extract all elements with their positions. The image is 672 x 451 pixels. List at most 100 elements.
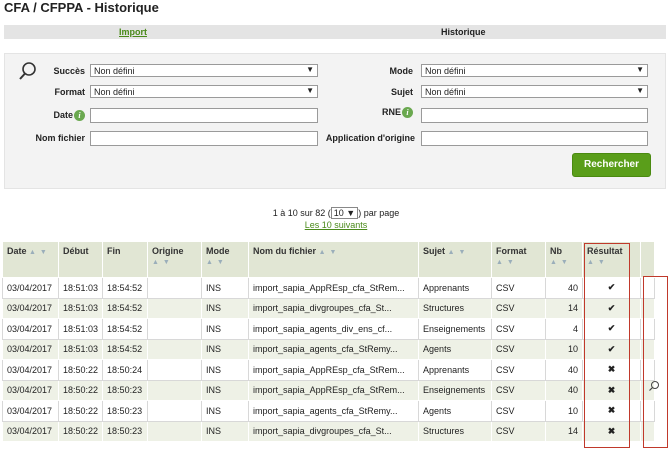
cell-date: 03/04/2017 [2, 277, 59, 299]
cell-fin: 18:50:23 [102, 400, 149, 422]
sort-icon[interactable]: ▲ ▼ [550, 259, 569, 266]
cell-origine [147, 420, 203, 442]
cell-fin: 18:50:24 [102, 359, 149, 381]
cell-nb: 14 [545, 297, 584, 319]
cell-sujet: Enseignements [418, 318, 493, 340]
cell-origine [147, 297, 203, 319]
col-header-actions [640, 241, 656, 278]
cell-mode: INS [201, 400, 250, 422]
cell-format: CSV [491, 400, 547, 422]
sort-icon[interactable]: ▲ ▼ [29, 249, 48, 256]
cell-format: CSV [491, 338, 547, 360]
date-input[interactable] [90, 108, 318, 123]
cell-fin: 18:54:52 [102, 277, 149, 299]
tab-import[interactable]: Import [119, 27, 147, 37]
cell-origine [147, 277, 203, 299]
cell-date: 03/04/2017 [2, 359, 59, 381]
table-row[interactable]: 03/04/2017 18:50:22 18:50:23 INS import_sapi… [2, 420, 656, 442]
cell-debut: 18:51:03 [57, 318, 104, 340]
mode-select[interactable]: Non défini ▼ [421, 64, 648, 77]
sort-icon[interactable]: ▲ ▼ [152, 259, 171, 266]
cell-date: 03/04/2017 [2, 420, 59, 442]
magnifier-icon[interactable] [648, 380, 660, 392]
date-label: Date i [35, 110, 85, 121]
table-row[interactable]: 03/04/2017 18:50:22 18:50:23 INS import_sapi… [2, 400, 656, 422]
cell-nom: import_sapia_agents_div_ens_cf... [248, 318, 420, 340]
info-icon[interactable]: i [402, 107, 413, 118]
cell-fin: 18:54:52 [102, 318, 149, 340]
col-header-nom[interactable]: Nom du fichier ▲ ▼ [248, 241, 420, 278]
col-header-nb[interactable]: Nb ▲ ▼ [545, 241, 584, 278]
cell-sujet: Apprenants [418, 359, 493, 381]
cell-format: CSV [491, 277, 547, 299]
per-page-select[interactable]: 10 ▼ [330, 207, 359, 219]
page-title: CFA / CFPPA - Historique [4, 0, 159, 15]
col-header-mode[interactable]: Mode ▲ ▼ [201, 241, 250, 278]
cell-date: 03/04/2017 [2, 400, 59, 422]
history-table: Date ▲ ▼ Début Fin Origine ▲ ▼ Mode ▲ ▼ No… [2, 241, 656, 442]
cell-format: CSV [491, 297, 547, 319]
search-button[interactable]: Rechercher [572, 153, 651, 177]
col-header-fin: Fin [102, 241, 149, 278]
cell-nom: import_sapia_agents_cfa_StRemy... [248, 400, 420, 422]
format-select[interactable]: Non défini ▼ [90, 85, 318, 98]
cell-fin: 18:50:23 [102, 420, 149, 442]
cell-origine [147, 359, 203, 381]
table-row[interactable]: 03/04/2017 18:51:03 18:54:52 INS import_sapi… [2, 318, 656, 340]
sort-icon[interactable]: ▲ ▼ [319, 249, 338, 256]
col-header-date[interactable]: Date ▲ ▼ [2, 241, 59, 278]
nomfichier-input[interactable] [90, 131, 318, 146]
sujet-label: Sujet [390, 87, 413, 97]
col-header-origine[interactable]: Origine ▲ ▼ [147, 241, 203, 278]
cell-nom: import_sapia_divgroupes_cfa_St... [248, 420, 420, 442]
cell-fin: 18:54:52 [102, 297, 149, 319]
cell-sujet: Structures [418, 420, 493, 442]
application-input[interactable] [421, 131, 648, 146]
tab-historique[interactable]: Historique [441, 27, 486, 37]
cell-nb: 40 [545, 277, 584, 299]
cell-sujet: Agents [418, 400, 493, 422]
cell-origine [147, 400, 203, 422]
cell-fin: 18:54:52 [102, 338, 149, 360]
mode-label: Mode [389, 66, 414, 76]
table-row[interactable]: 03/04/2017 18:50:22 18:50:24 INS import_sapi… [2, 359, 656, 381]
table-row[interactable]: 03/04/2017 18:51:03 18:54:52 INS import_sapi… [2, 297, 656, 319]
cell-format: CSV [491, 420, 547, 442]
cell-mode: INS [201, 379, 250, 401]
highlight-action-column [643, 276, 668, 448]
table-row[interactable]: 03/04/2017 18:51:03 18:54:52 INS import_sapi… [2, 277, 656, 299]
cell-nom: import_sapia_AppREsp_cfa_StRem... [248, 277, 420, 299]
cell-mode: INS [201, 297, 250, 319]
info-icon[interactable]: i [74, 110, 85, 121]
tab-bar: Import Historique [4, 25, 666, 39]
cell-debut: 18:51:03 [57, 277, 104, 299]
cell-date: 03/04/2017 [2, 297, 59, 319]
sort-icon[interactable]: ▲ ▼ [496, 259, 515, 266]
table-row[interactable]: 03/04/2017 18:51:03 18:54:52 INS import_sapi… [2, 338, 656, 360]
cell-origine [147, 379, 203, 401]
dropdown-arrow-icon: ▼ [306, 86, 314, 95]
cell-sujet: Structures [418, 297, 493, 319]
succes-select[interactable]: Non défini ▼ [90, 64, 318, 77]
cell-origine [147, 318, 203, 340]
cell-debut: 18:50:22 [57, 359, 104, 381]
cell-nom: import_sapia_agents_cfa_StRemy... [248, 338, 420, 360]
cell-format: CSV [491, 318, 547, 340]
succes-label: Succès [53, 66, 85, 76]
col-header-sujet[interactable]: Sujet ▲ ▼ [418, 241, 493, 278]
cell-nb: 40 [545, 359, 584, 381]
next-page-link[interactable]: Les 10 suivants [0, 220, 672, 230]
col-header-format[interactable]: Format ▲ ▼ [491, 241, 547, 278]
sort-icon[interactable]: ▲ ▼ [448, 249, 467, 256]
filter-panel: Succès Non défini ▼ Format Non défini ▼ Da… [4, 53, 666, 189]
cell-mode: INS [201, 338, 250, 360]
cell-nb: 40 [545, 379, 584, 401]
rne-input[interactable] [421, 108, 648, 123]
cell-debut: 18:51:03 [57, 297, 104, 319]
sort-icon[interactable]: ▲ ▼ [206, 259, 225, 266]
cell-mode: INS [201, 359, 250, 381]
col-header-debut: Début [57, 241, 104, 278]
sujet-select[interactable]: Non défini ▼ [421, 85, 648, 98]
table-row[interactable]: 03/04/2017 18:50:22 18:50:23 INS import_sapi… [2, 379, 656, 401]
cell-sujet: Enseignements [418, 379, 493, 401]
